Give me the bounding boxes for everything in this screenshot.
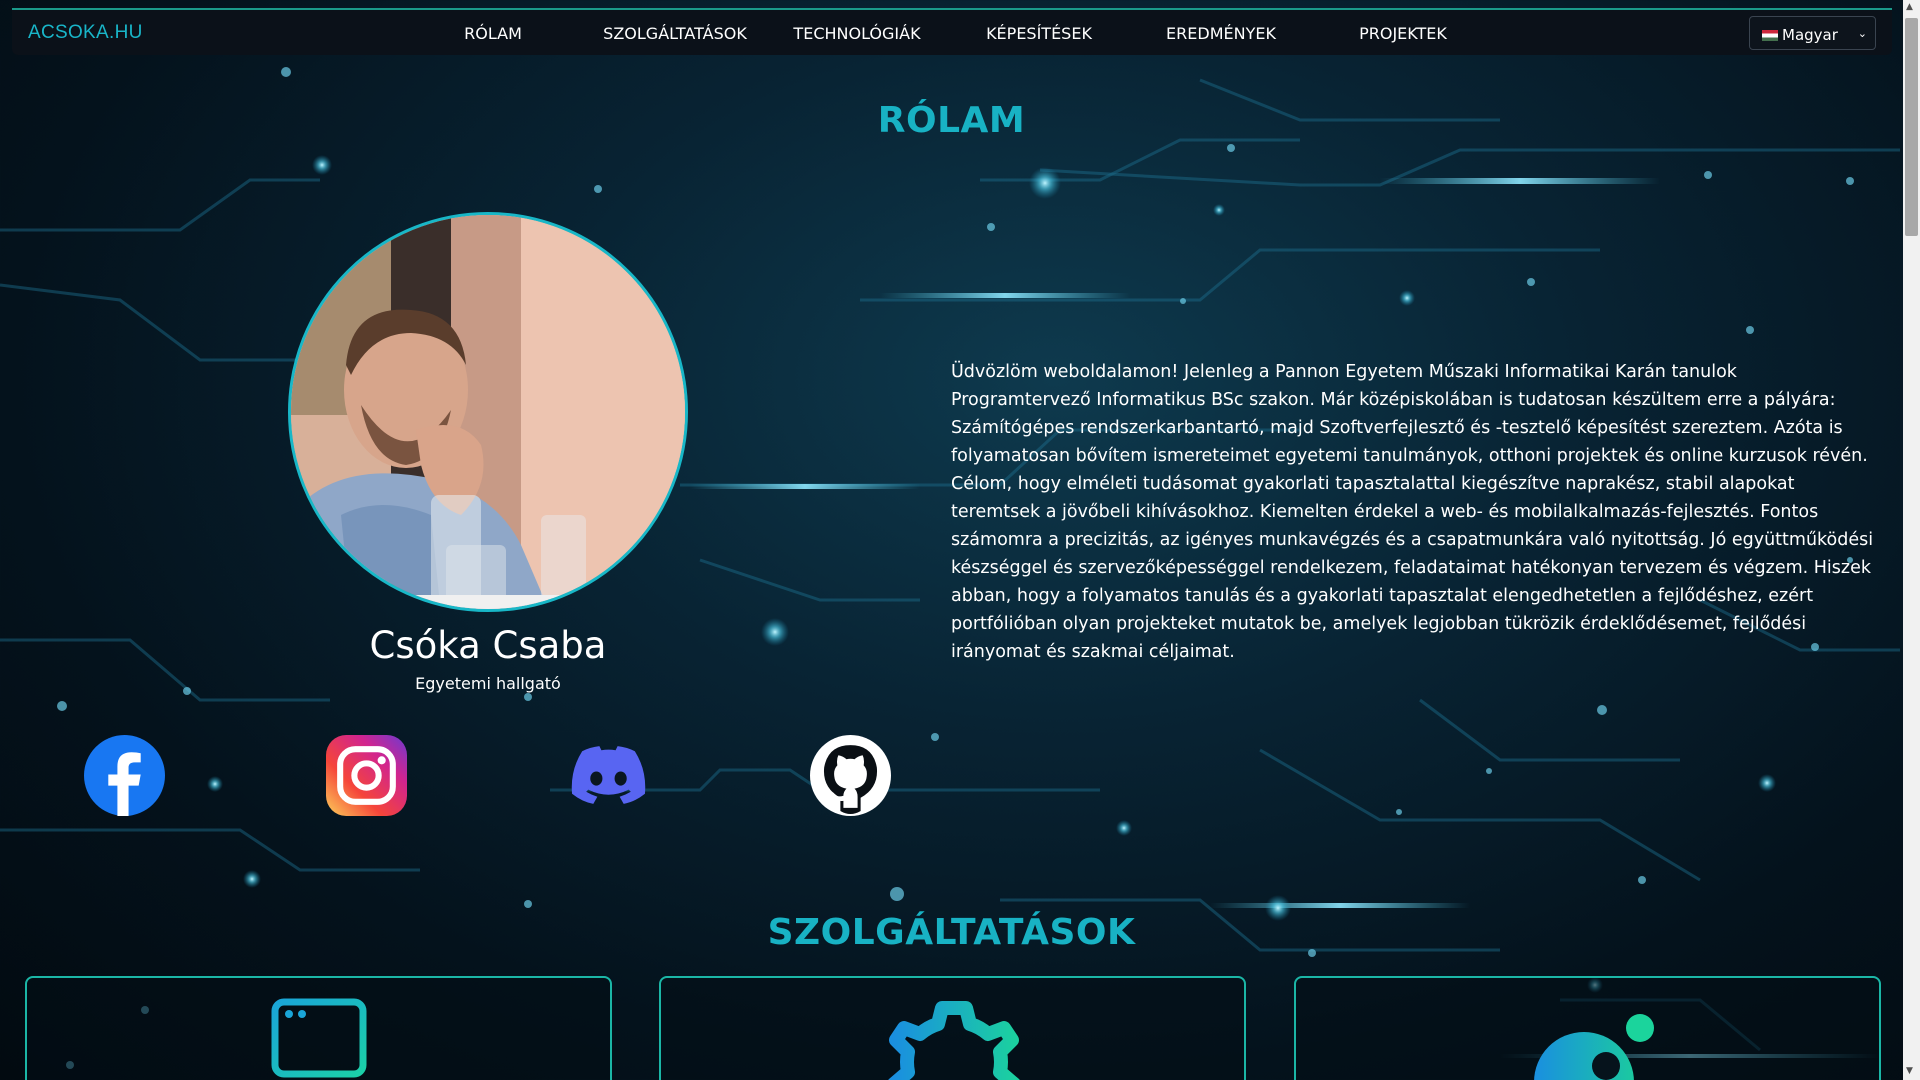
- services-heading: SZOLGÁLTATÁSOK: [767, 912, 1136, 953]
- about-heading: RÓLAM: [877, 100, 1026, 141]
- github-icon[interactable]: [810, 735, 891, 816]
- service-card-design[interactable]: [1294, 976, 1881, 1080]
- nav-menu: RÓLAM SZOLGÁLTATÁSOK TECHNOLÓGIÁK KÉPESÍ…: [12, 24, 1892, 44]
- language-label: Magyar: [1782, 26, 1838, 44]
- nav-link-kepesitesek[interactable]: KÉPESÍTÉSEK: [986, 24, 1092, 43]
- profile-name: Csóka Csaba: [369, 624, 607, 667]
- nav-link-rolam[interactable]: RÓLAM: [464, 24, 522, 43]
- nav-link-projektek[interactable]: PROJEKTEK: [1359, 24, 1447, 43]
- page-scrollbar[interactable]: ▲ ▼: [1903, 0, 1920, 1080]
- scroll-up-arrow[interactable]: ▲: [1906, 2, 1913, 12]
- profile-photo: [288, 212, 688, 612]
- scroll-down-arrow[interactable]: ▼: [1906, 1066, 1913, 1076]
- language-select[interactable]: Magyar ⌄: [1749, 16, 1876, 50]
- gear-icon: [888, 1001, 1020, 1080]
- about-text: Üdvözlöm weboldalamon! Jelenleg a Pannon…: [951, 362, 1874, 662]
- nav-link-eredmenyek[interactable]: EREDMÉNYEK: [1166, 24, 1276, 43]
- service-card-software[interactable]: [659, 976, 1246, 1080]
- nav-link-szolgaltatasok[interactable]: SZOLGÁLTATÁSOK: [603, 24, 747, 43]
- top-navbar: ACSOKA.HU RÓLAM SZOLGÁLTATÁSOK TECHNOLÓG…: [12, 8, 1892, 55]
- design-icon: [1534, 1014, 1654, 1080]
- instagram-icon[interactable]: [326, 735, 407, 816]
- nav-link-technologiak[interactable]: TECHNOLÓGIÁK: [793, 24, 920, 43]
- profile-role: Egyetemi hallgató: [415, 674, 561, 693]
- discord-icon[interactable]: [568, 735, 649, 816]
- chevron-down-icon: ⌄: [1857, 27, 1867, 40]
- facebook-icon[interactable]: [84, 735, 165, 816]
- hungarian-flag-icon: [1762, 30, 1778, 41]
- service-card-web[interactable]: [25, 976, 612, 1080]
- browser-window-icon: [271, 998, 367, 1078]
- scrollbar-thumb[interactable]: [1905, 18, 1918, 236]
